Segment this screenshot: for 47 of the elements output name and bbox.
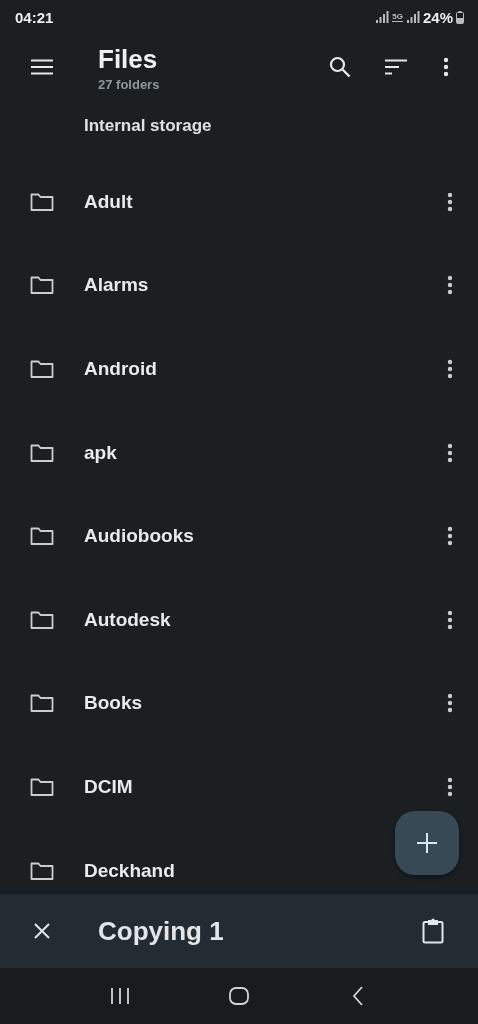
folder-name[interactable]: apk xyxy=(84,441,117,464)
copy-status: Copying 1 xyxy=(98,915,225,947)
folder-icon xyxy=(30,442,54,463)
folder-icon xyxy=(30,776,54,797)
folder-name[interactable]: Books xyxy=(84,692,143,715)
clock: 04:21 xyxy=(15,8,54,26)
more-icon xyxy=(447,191,453,212)
home-icon xyxy=(229,987,249,1005)
signal-icon xyxy=(375,11,390,23)
folder-name[interactable]: Alarms xyxy=(84,274,149,297)
screen-title: Files xyxy=(98,44,159,74)
menu-icon xyxy=(31,59,53,75)
folder-icon xyxy=(30,860,54,881)
sort-icon xyxy=(385,59,407,75)
folder-icon xyxy=(30,191,54,212)
more-icon xyxy=(447,442,453,463)
folder-name[interactable]: Deckhand xyxy=(84,859,175,882)
folder-name[interactable]: Android xyxy=(84,358,157,380)
folder-name[interactable]: Autodesk xyxy=(84,608,171,631)
signal-icon xyxy=(405,11,420,23)
recent-apps-icon xyxy=(109,988,130,1004)
battery-percent: 24% xyxy=(422,8,453,26)
folder-count: 27 folders xyxy=(98,77,161,92)
battery-icon xyxy=(456,10,464,24)
more-icon xyxy=(447,275,453,296)
network-type: 5G xyxy=(392,12,403,22)
folder-icon xyxy=(30,693,54,714)
folder-icon xyxy=(30,359,54,379)
folder-name[interactable]: DCIM xyxy=(84,775,133,798)
more-icon xyxy=(447,526,453,547)
add-button[interactable] xyxy=(395,811,459,875)
folder-name[interactable]: Adult xyxy=(84,190,133,213)
more-icon xyxy=(443,57,449,77)
search-icon xyxy=(329,56,351,78)
close-icon xyxy=(34,923,50,939)
folder-icon xyxy=(30,609,54,630)
location-label: Internal storage xyxy=(83,116,213,137)
more-icon xyxy=(447,609,453,630)
plus-icon xyxy=(417,833,437,853)
clipboard-icon xyxy=(422,918,444,944)
folder-name[interactable]: Audiobooks xyxy=(84,525,194,548)
more-icon xyxy=(447,776,453,797)
more-icon xyxy=(447,359,453,379)
folder-icon xyxy=(30,275,54,296)
more-icon xyxy=(447,693,453,714)
folder-icon xyxy=(30,526,54,547)
back-icon xyxy=(352,986,365,1006)
